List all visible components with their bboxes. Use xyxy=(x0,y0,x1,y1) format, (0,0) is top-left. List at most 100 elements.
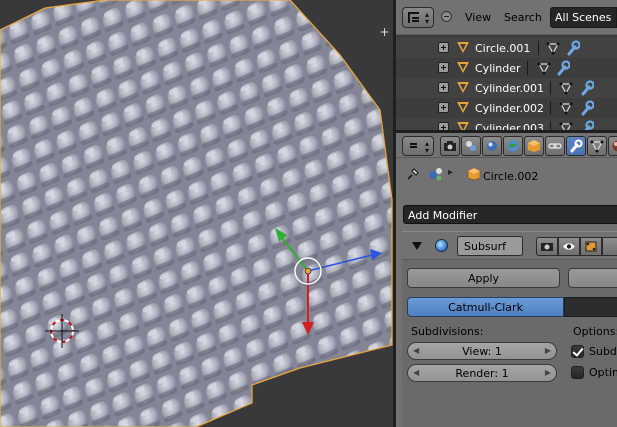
show-in-viewport-toggle[interactable] xyxy=(558,237,580,256)
editmode-icon xyxy=(585,241,597,252)
render-levels-field[interactable]: ◀ Render: 1 ▶ xyxy=(407,364,557,382)
view-levels-value: View: 1 xyxy=(462,345,502,358)
properties-context-tabs xyxy=(440,133,617,158)
object-triangle-icon xyxy=(457,82,469,93)
show-in-editmode-toggle[interactable] xyxy=(580,237,602,256)
properties-header: ▴ ▾ xyxy=(396,133,617,158)
display-mode-dropdown[interactable]: All Scenes xyxy=(550,7,617,28)
mesh-icon[interactable] xyxy=(537,61,551,75)
eye-icon xyxy=(563,243,575,250)
expand-icon[interactable] xyxy=(438,62,449,73)
copy-button[interactable] xyxy=(568,268,617,288)
expand-icon[interactable] xyxy=(438,102,449,113)
object-data-icon xyxy=(429,168,442,181)
modifier-name-field[interactable]: Subsurf xyxy=(457,236,523,256)
menu-view[interactable]: View xyxy=(465,11,491,24)
increment-arrow-icon[interactable]: ▶ xyxy=(545,346,551,355)
camera-icon xyxy=(444,141,456,151)
outliner-item-name[interactable]: Cylinder.003 xyxy=(475,122,544,130)
wrench-icon[interactable] xyxy=(580,120,594,130)
tab-scene[interactable] xyxy=(482,136,502,156)
outliner-row[interactable]: Cylinder.003 xyxy=(396,118,617,130)
subdivide-uvs-checkbox[interactable] xyxy=(571,345,584,358)
properties-icon xyxy=(408,140,419,151)
outliner-row[interactable]: Cylinder.001 xyxy=(396,78,617,98)
collapse-header-icon[interactable] xyxy=(441,11,452,22)
outliner-row[interactable]: Cylinder.002 xyxy=(396,98,617,118)
dropdown-arrows-icon: ▴ ▾ xyxy=(424,139,429,155)
tab-render[interactable] xyxy=(440,136,460,156)
wrench-icon[interactable] xyxy=(566,40,580,56)
subsurf-icon xyxy=(435,239,448,252)
outliner-row[interactable]: Cylinder xyxy=(396,58,617,78)
render-layers-icon xyxy=(466,141,476,151)
modifier-header: Subsurf xyxy=(402,232,617,260)
wrench-icon[interactable] xyxy=(556,60,570,76)
tab-constraints[interactable] xyxy=(545,136,565,156)
editor-type-dropdown[interactable]: ▴ ▾ xyxy=(402,7,434,28)
subdivide-uvs-label: Subdi xyxy=(589,345,617,358)
3d-viewport[interactable]: + xyxy=(0,0,393,427)
outliner-icon xyxy=(408,12,419,23)
dropdown-arrows-icon: ▴ ▾ xyxy=(424,10,429,26)
tab-object[interactable] xyxy=(524,136,544,156)
subdivided-mesh xyxy=(0,0,393,427)
modifier-panel-subsurf: Subsurf Apply Catmull-Clark Subdivisions… xyxy=(402,231,617,427)
outliner-header: ▴ ▾ View Search All Scenes xyxy=(396,0,617,35)
properties-editor: ▴ ▾ ▸ Circle.002 Add Modifier Subsurf Ap… xyxy=(396,133,617,427)
view-levels-field[interactable]: ◀ View: 1 ▶ xyxy=(407,342,557,360)
object-triangle-icon xyxy=(457,102,469,113)
render-levels-value: Render: 1 xyxy=(455,367,509,380)
outliner-item-name[interactable]: Cylinder.001 xyxy=(475,82,544,95)
catmull-clark-option[interactable]: Catmull-Clark xyxy=(407,297,564,317)
show-in-render-toggle[interactable] xyxy=(536,237,558,256)
mesh-icon[interactable] xyxy=(559,121,573,130)
tab-render-layers[interactable] xyxy=(461,136,481,156)
breadcrumb-object-name: Circle.002 xyxy=(483,170,539,183)
pin-icon[interactable] xyxy=(406,167,420,181)
menu-search[interactable]: Search xyxy=(504,11,542,24)
wrench-icon[interactable] xyxy=(580,80,594,96)
mesh-icon xyxy=(590,140,604,153)
material-icon xyxy=(612,140,617,152)
object-triangle-icon xyxy=(457,42,469,53)
scene-icon xyxy=(487,141,497,151)
collapse-triangle-icon[interactable] xyxy=(412,242,422,250)
outliner-item-name[interactable]: Cylinder.002 xyxy=(475,102,544,115)
outliner-item-name[interactable]: Cylinder xyxy=(475,62,521,75)
expand-icon[interactable] xyxy=(438,122,449,130)
object-triangle-icon xyxy=(457,62,469,73)
outliner-row[interactable]: Circle.001 xyxy=(396,38,617,58)
cube-icon xyxy=(467,167,481,181)
decrement-arrow-icon[interactable]: ◀ xyxy=(413,368,419,377)
cube-icon xyxy=(528,140,540,152)
world-icon xyxy=(507,140,519,152)
options-label: Options: xyxy=(573,325,617,338)
tab-world[interactable] xyxy=(503,136,523,156)
mesh-icon[interactable] xyxy=(559,101,573,115)
decrement-arrow-icon[interactable]: ◀ xyxy=(413,346,419,355)
subdivisions-label: Subdivisions: xyxy=(411,325,484,338)
tab-modifiers[interactable] xyxy=(566,136,586,156)
add-modifier-dropdown[interactable]: Add Modifier xyxy=(403,205,617,224)
increment-arrow-icon[interactable]: ▶ xyxy=(545,368,551,377)
editor-type-dropdown[interactable]: ▴ ▾ xyxy=(402,136,434,156)
expand-icon[interactable] xyxy=(438,82,449,93)
optimal-display-checkbox[interactable] xyxy=(571,366,584,379)
tab-data[interactable] xyxy=(587,136,607,156)
viewport-split-icon[interactable]: + xyxy=(378,26,391,39)
outliner-item-name[interactable]: Circle.001 xyxy=(475,42,530,55)
tab-material[interactable] xyxy=(608,136,617,156)
wrench-icon[interactable] xyxy=(580,100,594,116)
constraint-icon xyxy=(548,143,562,149)
camera-icon xyxy=(541,243,553,251)
mesh-icon[interactable] xyxy=(559,81,573,95)
outliner-editor: Circle.001 Cylinder Cylinder.001 Cylinde… xyxy=(396,0,617,130)
mesh-icon[interactable] xyxy=(546,41,560,55)
wrench-icon xyxy=(570,139,583,153)
show-on-cage-toggle[interactable] xyxy=(602,237,617,256)
expand-icon[interactable] xyxy=(438,42,449,53)
breadcrumb: ▸ Circle.002 xyxy=(396,163,617,187)
apply-button[interactable]: Apply xyxy=(407,268,560,288)
simple-option[interactable] xyxy=(564,297,617,317)
